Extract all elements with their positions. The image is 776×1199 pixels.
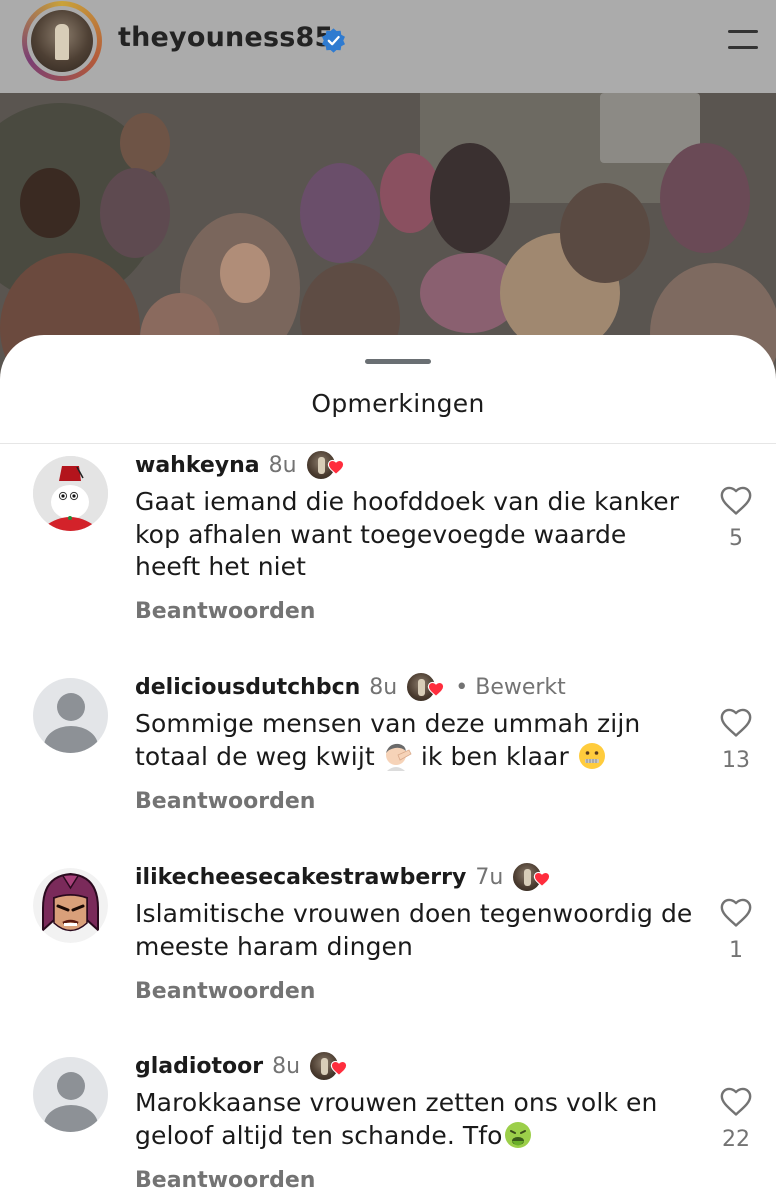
- comment-item: wahkeyna 8u Gaat iemand die hoofddoek va…: [0, 449, 776, 646]
- divider: [0, 443, 776, 444]
- reply-button[interactable]: Beantwoorden: [135, 979, 315, 1004]
- comment-timestamp: 7u: [475, 864, 504, 890]
- default-avatar-icon: [57, 1072, 85, 1100]
- sheet-title: Opmerkingen: [311, 389, 485, 418]
- hamburger-menu-icon[interactable]: [728, 28, 758, 52]
- zipper-mouth-face-emoji-icon: [578, 742, 605, 769]
- comment-timestamp: 8u: [369, 674, 398, 700]
- comment-item: gladiotoor 8u Marokkaanse vrouwen zetten…: [0, 1050, 776, 1199]
- comment-timestamp: 8u: [268, 452, 297, 478]
- edited-label: • Bewerkt: [455, 674, 566, 700]
- helmeted-villain-avatar-icon: [33, 868, 108, 943]
- avatar[interactable]: [33, 1057, 108, 1132]
- like-count: 22: [722, 1127, 750, 1152]
- avatar[interactable]: [33, 678, 108, 753]
- heart-filled-icon: [330, 1060, 348, 1076]
- heart-filled-icon: [327, 459, 344, 475]
- like-count: 13: [722, 748, 750, 773]
- avatar[interactable]: [33, 868, 108, 943]
- heart-outline-icon[interactable]: [719, 484, 753, 516]
- fez-character-avatar-icon: [33, 456, 108, 531]
- comment-timestamp: 8u: [272, 1053, 301, 1079]
- reply-button[interactable]: Beantwoorden: [135, 1168, 315, 1193]
- like-count: 5: [729, 526, 743, 551]
- nauseated-face-emoji-icon: [504, 1121, 531, 1148]
- heart-filled-icon: [534, 871, 551, 887]
- comment-username[interactable]: deliciousdutchbcn: [135, 675, 360, 700]
- verified-badge-icon: [322, 28, 345, 53]
- heart-outline-icon[interactable]: [719, 1085, 753, 1117]
- profile-avatar[interactable]: [22, 1, 102, 81]
- comment-meta: gladiotoor 8u: [135, 1050, 348, 1082]
- default-avatar-icon: [57, 693, 85, 721]
- creator-liked-badge: [304, 449, 345, 481]
- man-facepalming-emoji-icon: [385, 743, 412, 771]
- comment-meta: deliciousdutchbcn 8u • Bewerkt: [135, 671, 566, 703]
- comment-text: Marokkaanse vrouwen zetten ons volk en g…: [135, 1088, 658, 1150]
- comment-meta: ilikecheesecakestrawberry 7u: [135, 861, 551, 893]
- heart-outline-icon[interactable]: [719, 896, 753, 928]
- creator-liked-badge: [511, 861, 551, 893]
- comment-text: Sommige mensen van deze ummah zijn totaa…: [135, 709, 641, 771]
- heart-outline-icon[interactable]: [719, 706, 753, 738]
- drag-handle[interactable]: [365, 359, 431, 364]
- creator-liked-badge: [405, 671, 445, 703]
- like-count: 1: [729, 938, 743, 963]
- reply-button[interactable]: Beantwoorden: [135, 789, 315, 814]
- comment-text: Islamitische vrouwen doen tegenwoordig d…: [135, 899, 693, 961]
- post-header: theyouness85: [0, 0, 776, 93]
- avatar[interactable]: [33, 456, 108, 531]
- heart-filled-icon: [428, 681, 445, 697]
- comment-username[interactable]: gladiotoor: [135, 1054, 263, 1079]
- comment-item: ilikecheesecakestrawberry 7u Islamitisch…: [0, 861, 776, 1058]
- comment-username[interactable]: wahkeyna: [135, 453, 260, 478]
- comment-username[interactable]: ilikecheesecakestrawberry: [135, 865, 466, 890]
- header-username[interactable]: theyouness85: [118, 22, 333, 53]
- comment-item: deliciousdutchbcn 8u • Bewerkt Sommige m…: [0, 671, 776, 868]
- comment-meta: wahkeyna 8u: [135, 449, 345, 481]
- comments-sheet: Opmerkingen wahkeyna 8u Gaat iemand die …: [0, 335, 776, 1199]
- comment-text: Gaat iemand die hoofddoek van die kanker…: [135, 487, 680, 581]
- creator-liked-badge: [308, 1050, 348, 1082]
- reply-button[interactable]: Beantwoorden: [135, 599, 315, 624]
